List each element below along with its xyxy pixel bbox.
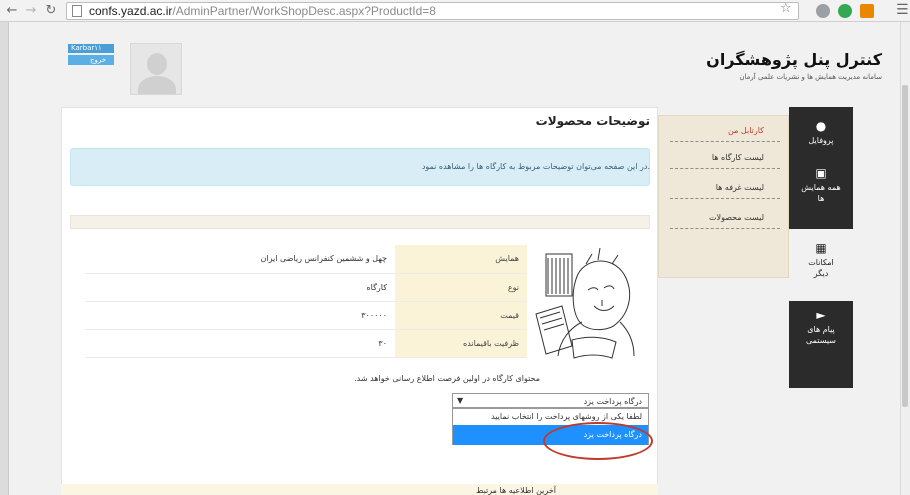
table-row: همایش چهل و ششمین کنفرانس ریاضی ایران [85, 245, 527, 274]
page-icon [72, 5, 82, 17]
tab-my-dashboard[interactable]: کارتابل من [670, 120, 780, 142]
row-label: همایش [395, 245, 527, 274]
panel-heading [70, 215, 650, 229]
bookmark-star-icon[interactable]: ☆ [780, 1, 792, 16]
table-row: قیمت ۳۰۰۰۰۰ [85, 301, 527, 330]
page-title: توضیحات محصولات [535, 114, 650, 128]
selected-value: درگاه پرداخت یزد [583, 397, 642, 406]
related-announcements-heading: آخرین اطلاعیه ها مرتبط [476, 486, 556, 495]
browser-toolbar: ← → ↻ confs.yazd.ac.ir/AdminPartner/Work… [0, 0, 910, 22]
workshop-notice: محتوای کارگاه در اولین فرصت اطلاع رسانی … [354, 374, 540, 383]
address-bar[interactable]: confs.yazd.ac.ir/AdminPartner/WorkShopDe… [66, 2, 799, 20]
info-alert-text: .در این صفحه می‌توان توضیحات مربوط به کا… [421, 162, 650, 171]
row-value: کارگاه [85, 273, 395, 302]
row-value: ۳۰ [85, 329, 395, 358]
sidebar-item-system-messages[interactable]: ► پیام های سیستمی [789, 308, 853, 368]
table-row: ظرفیت باقیمانده ۳۰ [85, 329, 527, 358]
table-row: نوع کارگاه [85, 273, 527, 302]
sidebar-item-label: پیام های سیستمی [806, 325, 836, 345]
sidebar-item-label: پروفایل [808, 136, 834, 145]
megaphone-icon: ► [816, 308, 826, 322]
tab-product-list[interactable]: لیست محصولات [670, 207, 780, 229]
browser-menu-icon[interactable]: ☰ [896, 2, 909, 18]
reload-icon[interactable]: ↻ [44, 4, 58, 18]
page-left-edge [0, 22, 9, 495]
url-text: confs.yazd.ac.ir/AdminPartner/WorkShopDe… [89, 4, 436, 18]
payment-gateway-select[interactable]: درگاه پرداخت یزد ▼ [452, 393, 649, 408]
row-label: ظرفیت باقیمانده [395, 329, 527, 358]
extension-globe-icon[interactable] [816, 4, 830, 18]
tab-booth-list[interactable]: لیست غرفه ها [670, 177, 780, 199]
sidebar-item-other-features[interactable]: ▦ امکانات دیگر [789, 229, 853, 301]
row-value: چهل و ششمین کنفرانس ریاضی ایران [85, 245, 395, 274]
username-badge: Karbar۱۱ [68, 44, 114, 53]
product-details-table: همایش چهل و ششمین کنفرانس ریاضی ایران نو… [85, 245, 527, 358]
url-path: /AdminPartner/WorkShopDesc.aspx?ProductI… [172, 4, 436, 18]
url-host: confs.yazd.ac.ir [89, 4, 173, 18]
back-icon[interactable]: ← [5, 4, 19, 18]
logout-button[interactable]: خروج [68, 55, 114, 65]
row-label: نوع [395, 273, 527, 302]
briefcase-icon: ▣ [815, 166, 827, 180]
sidebar-item-label: امکانات دیگر [808, 258, 834, 278]
grid-icon: ▦ [815, 241, 827, 255]
sidebar-item-profile[interactable]: ● پروفایل [789, 119, 853, 159]
extension-green-icon[interactable] [838, 4, 852, 18]
avatar-body-icon [138, 76, 176, 94]
site-subtitle: سامانه مدیریت همایش ها و نشریات علمی آرم… [739, 73, 882, 81]
avatar-head-icon [147, 53, 167, 75]
row-value: ۳۰۰۰۰۰ [85, 301, 395, 330]
user-icon: ● [815, 119, 827, 133]
sidebar-item-all-conferences[interactable]: ▣ همه همایش ها [789, 166, 853, 222]
chevron-down-icon: ▼ [457, 396, 464, 405]
forward-icon[interactable]: → [24, 4, 38, 18]
site-title: کنترل پنل پژوهشگران [706, 50, 882, 69]
annotation-highlight-ellipse [543, 422, 653, 460]
avatar [130, 43, 182, 95]
row-label: قیمت [395, 301, 527, 330]
extension-color-icon[interactable] [860, 4, 874, 18]
tab-workshop-list[interactable]: لیست کارگاه ها [670, 147, 780, 169]
scrollbar-thumb[interactable] [902, 85, 908, 407]
lion-illustration [535, 247, 635, 359]
payment-option[interactable]: لطفا یکی از روشهای پرداخت را انتخاب نمای… [453, 411, 648, 423]
sidebar-item-label: همه همایش ها [801, 183, 841, 203]
